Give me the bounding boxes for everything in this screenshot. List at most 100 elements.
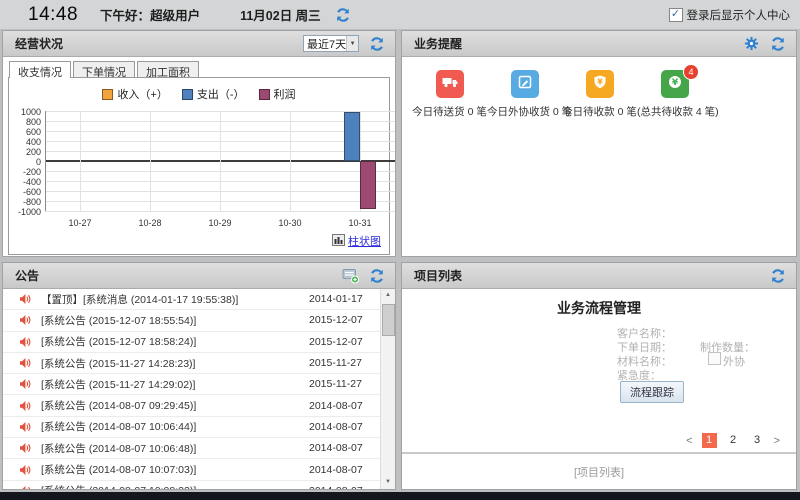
personal-center-label: 登录后显示个人中心	[687, 7, 791, 23]
page-button[interactable]: 1	[702, 433, 717, 448]
legend-swatch	[259, 89, 270, 100]
reminder-item[interactable]: ¥ 今日待收款 0 笔	[562, 70, 637, 119]
svg-text:¥: ¥	[671, 78, 678, 88]
y-tick-label: -600	[11, 187, 41, 197]
project-list-panel: 项目列表 业务流程管理 客户名称： 下单日期： 制作数量： 材料名称： 外协 紧…	[401, 262, 797, 490]
announcement-row[interactable]: [系统公告 (2014-08-07 10:06:44)]2014-08-07	[3, 417, 381, 438]
tab-strip: 收支情况下单情况加工面积	[3, 57, 395, 77]
reminder-tile[interactable]	[436, 70, 464, 98]
y-tick-label: 600	[11, 127, 41, 137]
business-status-header: 经营状况 最近7天 ▼	[3, 31, 395, 57]
legend-swatch	[182, 89, 193, 100]
scroll-down-icon[interactable]: ▼	[381, 476, 395, 489]
chart-box: 收入（+）支出（-）利润 10008006004002000-200-400-6…	[8, 77, 390, 255]
outsource-label: 外协	[723, 353, 745, 369]
shield-yuan-icon: ¥	[592, 74, 608, 95]
reminder-item[interactable]: 今日外协收货 0 笔	[487, 70, 562, 119]
circle-yuan-icon: ¥	[667, 74, 683, 95]
announcement-date: 2014-08-07	[309, 421, 381, 433]
gear-icon[interactable]	[743, 35, 760, 52]
reminder-tile[interactable]: ¥	[586, 70, 614, 98]
chart-bar	[360, 161, 376, 209]
announcement-row[interactable]: [系统公告 (2014-08-07 10:07:03)]2014-08-07	[3, 459, 381, 480]
y-tick-label: 200	[11, 147, 41, 157]
refresh-icon[interactable]	[769, 267, 786, 284]
y-tick-label: -1000	[11, 207, 41, 217]
speaker-icon	[19, 357, 31, 369]
project-list-header: 项目列表	[402, 263, 796, 289]
bar-chart: 10008006004002000-200-400-600-800-100010…	[9, 104, 389, 246]
reminder-tile[interactable]	[511, 70, 539, 98]
tab-加工面积[interactable]: 加工面积	[137, 61, 199, 78]
gridline	[220, 111, 221, 211]
prev-page-button[interactable]: <	[686, 435, 692, 447]
username: 超级用户	[150, 9, 200, 23]
y-tick-label: -800	[11, 197, 41, 207]
announcements-content: 【置顶】[系统消息 (2014-01-17 19:55:38)]2014-01-…	[3, 289, 395, 489]
barchart-icon	[332, 234, 345, 249]
announcement-text: [系统公告 (2014-08-07 10:08:22)]	[41, 483, 309, 489]
reminder-label: 今日待收款 0 笔	[562, 104, 637, 119]
personal-center-checkbox[interactable]: 登录后显示个人中心	[669, 7, 791, 23]
badge-count: 4	[683, 64, 699, 80]
refresh-icon[interactable]	[368, 35, 385, 52]
next-page-button[interactable]: >	[774, 435, 780, 447]
scroll-up-icon[interactable]: ▲	[381, 289, 395, 302]
y-tick-label: 0	[11, 157, 41, 167]
speaker-icon	[19, 378, 31, 390]
y-tick-label: 800	[11, 117, 41, 127]
chart-legend: 收入（+） 支出（-） 利润	[9, 86, 389, 102]
date-range-select[interactable]: 最近7天 ▼	[303, 35, 359, 52]
refresh-icon[interactable]	[769, 35, 786, 52]
tab-收支情况[interactable]: 收支情况	[9, 61, 71, 78]
form-title: 业务流程管理	[402, 289, 796, 318]
reminders-panel: 业务提醒 今日待送货 0 笔今日外协收货 0 笔¥今日待收款 0 笔¥4(总共待…	[401, 30, 797, 257]
reminder-item[interactable]: ¥4(总共待收款 4 笔)	[637, 70, 712, 119]
speaker-icon	[19, 293, 31, 305]
announcement-row[interactable]: [系统公告 (2014-08-07 09:29:45)]2014-08-07	[3, 395, 381, 416]
legend-item: 支出（-）	[182, 86, 245, 102]
announcement-text: [系统公告 (2014-08-07 10:06:44)]	[41, 419, 309, 434]
reminder-label: 今日待送货 0 笔	[412, 104, 487, 119]
project-list-footer: [项目列表]	[402, 464, 796, 480]
svg-text:¥: ¥	[597, 77, 603, 86]
announcement-row[interactable]: 【置顶】[系统消息 (2014-01-17 19:55:38)]2014-01-…	[3, 289, 381, 310]
reminder-label: (总共待收款 4 笔)	[637, 104, 712, 119]
reminder-label: 今日外协收货 0 笔	[487, 104, 562, 119]
panel-title: 经营状况	[15, 35, 63, 52]
outsource-checkbox[interactable]	[708, 352, 721, 365]
announcement-add-icon[interactable]	[342, 267, 359, 284]
panel-title: 业务提醒	[414, 35, 462, 52]
speaker-icon	[19, 314, 31, 326]
announcement-row[interactable]: [系统公告 (2015-11-27 14:29:02)]2015-11-27	[3, 374, 381, 395]
tab-下单情况[interactable]: 下单情况	[73, 61, 135, 78]
page-button[interactable]: 2	[726, 433, 741, 448]
legend-item: 利润	[259, 86, 296, 102]
reminder-item[interactable]: 今日待送货 0 笔	[412, 70, 487, 119]
legend-swatch	[102, 89, 113, 100]
announcement-row[interactable]: [系统公告 (2015-12-07 18:58:24)]2015-12-07	[3, 332, 381, 353]
announcement-date: 2014-01-17	[309, 293, 381, 305]
announcement-date: 2014-08-07	[309, 464, 381, 476]
refresh-icon[interactable]	[368, 267, 385, 284]
announcement-row[interactable]: [系统公告 (2015-12-07 18:55:54)]2015-12-07	[3, 310, 381, 331]
scrollbar-thumb[interactable]	[382, 304, 395, 336]
legend-item: 收入（+）	[102, 86, 167, 102]
scrollbar[interactable]: ▲ ▼	[380, 289, 395, 489]
process-track-button[interactable]: 流程跟踪	[620, 381, 684, 403]
announcement-row[interactable]: [系统公告 (2014-08-07 10:06:48)]2014-08-07	[3, 438, 381, 459]
page-button[interactable]: 3	[750, 433, 765, 448]
project-list-content: 业务流程管理 客户名称： 下单日期： 制作数量： 材料名称： 外协 紧急度： 流…	[402, 289, 796, 489]
x-tick-label: 10-27	[45, 218, 115, 228]
announcement-row[interactable]: [系统公告 (2014-08-07 10:08:22)]2014-08-07	[3, 481, 381, 489]
speaker-icon	[19, 442, 31, 454]
y-tick-label: 1000	[11, 107, 41, 117]
refresh-icon[interactable]	[335, 6, 352, 23]
announcement-row[interactable]: [系统公告 (2015-11-27 14:28:23)]2015-11-27	[3, 353, 381, 374]
y-tick-label: -400	[11, 177, 41, 187]
checkbox-checked-icon[interactable]	[669, 8, 683, 22]
announcement-date: 2015-12-07	[309, 336, 381, 348]
announcement-date: 2015-11-27	[309, 378, 381, 390]
business-status-content: 收支情况下单情况加工面积 收入（+）支出（-）利润 10008006004002…	[3, 57, 395, 256]
bar-chart-link[interactable]: 柱状图	[332, 233, 381, 249]
